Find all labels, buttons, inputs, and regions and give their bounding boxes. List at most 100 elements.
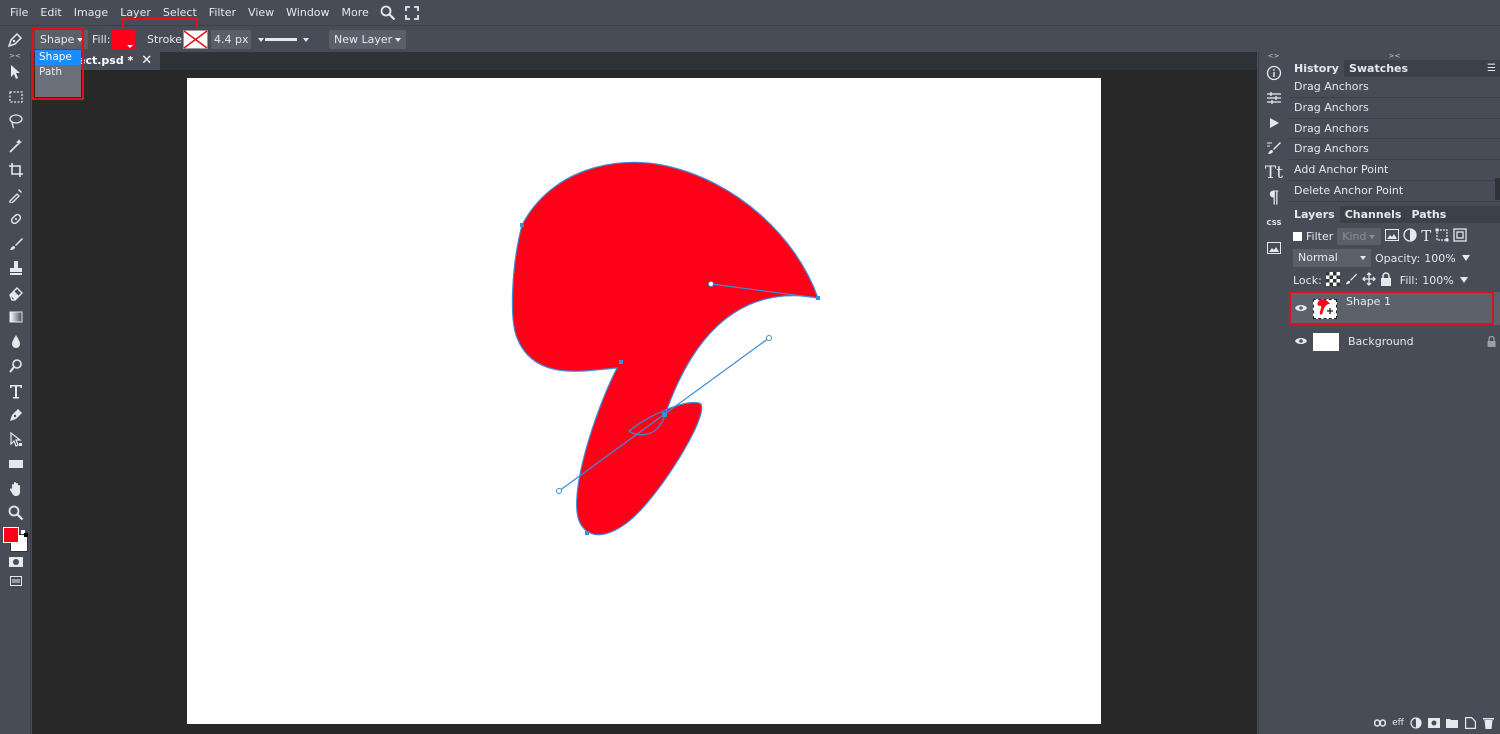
menu-window[interactable]: Window [280,0,335,25]
document-tab[interactable]: ect.psd * ✕ [72,52,161,70]
history-item[interactable]: Drag Anchors [1289,77,1500,98]
foreground-color-swatch[interactable] [3,526,19,543]
layer-effects-icon[interactable]: eff [1392,717,1404,729]
anchor-point[interactable] [520,223,524,227]
quick-mask-icon[interactable] [0,552,31,572]
tab-layers[interactable]: Layers [1289,206,1340,223]
tab-channels[interactable]: Channels [1340,206,1407,223]
expand-toggle-icon[interactable]: <> [1259,52,1288,60]
handle-point[interactable] [708,281,714,287]
info-icon[interactable] [1259,60,1289,85]
panel-menu-icon[interactable]: ☰ [1487,60,1496,77]
filter-adjustment-icon[interactable] [1403,227,1417,245]
history-item[interactable]: Delete Anchor Point [1289,181,1500,202]
stroke-color-swatch[interactable] [183,29,208,50]
play-icon[interactable] [1259,110,1289,135]
lasso-tool-icon[interactable] [0,109,31,134]
move-tool-icon[interactable] [0,60,31,85]
stroke-width-input[interactable]: 4.4 px [211,30,252,49]
new-layer-select[interactable]: New Layer [329,30,407,49]
magic-wand-icon[interactable] [0,134,31,159]
layer-row-background[interactable]: Background [1289,325,1500,358]
history-item[interactable]: Drag Anchors [1289,139,1500,161]
history-item[interactable]: Drag Anchors [1289,119,1500,140]
lock-all-icon[interactable] [1380,271,1392,289]
marquee-tool-icon[interactable] [0,85,31,110]
handle-point[interactable] [766,335,772,341]
pen-tool-icon[interactable] [0,403,31,428]
menu-edit[interactable]: Edit [34,0,67,25]
screen-mode-icon[interactable] [0,572,31,590]
history-scrollbar[interactable] [1495,178,1500,200]
delete-layer-icon[interactable] [1482,717,1494,729]
lock-transparency-icon[interactable] [1325,271,1340,289]
document-canvas[interactable] [187,78,1101,724]
link-layers-icon[interactable] [1374,717,1386,729]
stamp-tool-icon[interactable] [0,256,31,281]
menu-image[interactable]: Image [68,0,114,25]
blur-tool-icon[interactable] [0,330,31,355]
dodge-tool-icon[interactable] [0,354,31,379]
type-tool-icon[interactable] [0,379,31,404]
lock-brush-icon[interactable] [1344,272,1358,289]
red-shape[interactable] [511,161,819,536]
fill-dropdown-icon[interactable] [1459,277,1468,283]
css-icon[interactable]: CSS [1259,210,1289,235]
menu-view[interactable]: View [242,0,280,25]
rectangle-tool-icon[interactable] [0,452,31,477]
collapse-panels-icon[interactable]: >< [1289,52,1500,60]
anchor-point[interactable] [619,360,623,364]
eyedropper-icon[interactable] [0,183,31,208]
fill-color-swatch[interactable] [111,29,135,50]
layer-mask-icon[interactable] [1428,717,1440,729]
zoom-tool-icon[interactable] [0,501,31,526]
paragraph-icon[interactable]: ¶ [1259,185,1289,210]
menu-filter[interactable]: Filter [203,0,242,25]
collapse-toggle-icon[interactable]: >< [0,52,30,60]
menu-more[interactable]: More [336,0,375,25]
close-icon[interactable]: ✕ [141,52,152,70]
image-icon[interactable] [1259,235,1289,260]
color-swatches[interactable] [0,526,31,552]
search-icon[interactable] [377,0,399,25]
adjustment-layer-icon[interactable] [1410,717,1422,729]
stroke-style-select[interactable] [265,29,309,50]
opacity-input[interactable]: 100% [1424,252,1455,265]
adjustments-icon[interactable] [1259,85,1289,110]
visibility-eye-icon[interactable] [1295,335,1307,348]
filter-shape-icon[interactable] [1435,228,1449,245]
history-item[interactable]: Drag Anchors [1289,98,1500,119]
anchor-point[interactable] [585,531,589,535]
chevron-down-icon[interactable] [258,37,265,42]
hand-tool-icon[interactable] [0,477,31,502]
tab-history[interactable]: History [1289,60,1344,77]
filter-smart-icon[interactable] [1453,227,1467,245]
gradient-tool-icon[interactable] [0,305,31,330]
history-item[interactable]: Add Anchor Point [1289,160,1500,181]
lock-move-icon[interactable] [1361,271,1376,289]
brush-tool-icon[interactable] [0,232,31,257]
brush-settings-icon[interactable] [1259,135,1289,160]
new-group-icon[interactable] [1446,717,1458,729]
healing-brush-icon[interactable] [0,207,31,232]
anchor-point[interactable] [816,296,820,300]
character-icon[interactable]: Tt [1259,160,1289,185]
swap-colors-icon[interactable] [21,527,28,537]
path-select-tool-icon[interactable] [0,428,31,453]
tab-swatches[interactable]: Swatches [1344,60,1413,77]
filter-type-icon[interactable]: T [1421,227,1431,245]
filter-checkbox[interactable] [1293,231,1302,241]
crop-tool-icon[interactable] [0,158,31,183]
blend-mode-select[interactable]: Normal [1293,249,1371,267]
fullscreen-icon[interactable] [401,0,423,25]
fill-input[interactable]: 100% [1422,274,1453,287]
new-layer-icon[interactable] [1464,717,1476,729]
anchor-point[interactable] [662,412,667,417]
eraser-tool-icon[interactable] [0,281,31,306]
menu-file[interactable]: File [4,0,34,25]
handle-point[interactable] [556,488,562,494]
filter-pixel-icon[interactable] [1385,228,1400,244]
opacity-dropdown-icon[interactable] [1461,255,1470,261]
tab-paths[interactable]: Paths [1406,206,1451,223]
kind-select[interactable]: Kind [1337,227,1382,245]
